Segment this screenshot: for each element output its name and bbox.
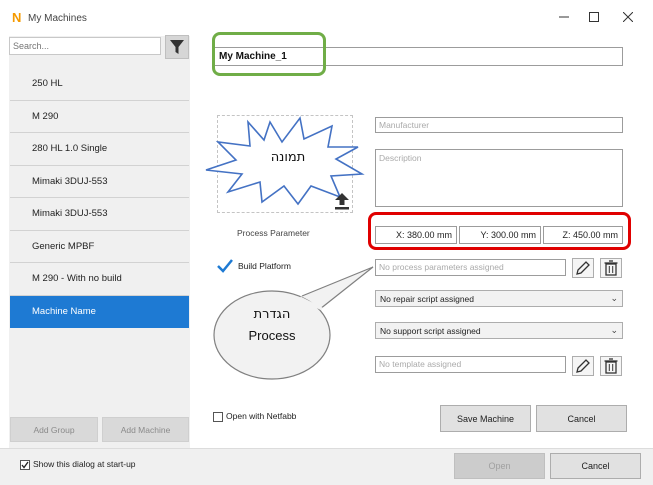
list-item-label: Generic MPBF (32, 240, 95, 252)
trash-icon (604, 358, 618, 374)
checkmark-icon (21, 461, 29, 469)
edit-template-button[interactable] (572, 356, 594, 376)
list-item[interactable]: M 290 (10, 100, 189, 133)
list-item[interactable]: 280 HL 1.0 Single (10, 133, 189, 166)
chevron-down-icon: ⌄ (610, 293, 618, 303)
repair-script-value: No repair script assigned (380, 294, 475, 304)
list-item-label: Mimaki 3DUJ-553 (32, 208, 108, 219)
edit-process-button[interactable] (572, 258, 594, 278)
list-item-label: Machine Name (32, 305, 96, 317)
app-logo: N (12, 10, 22, 25)
support-script-select[interactable]: No support script assigned ⌄ (375, 322, 623, 339)
filter-icon (170, 40, 184, 54)
list-item[interactable]: Mimaki 3DUJ-553 (10, 198, 189, 231)
list-item[interactable]: Mimaki 3DUJ-553 (10, 165, 189, 198)
list-item-label: M 290 (32, 110, 59, 122)
description-field[interactable]: Description (375, 149, 623, 207)
window-title: My Machines (28, 13, 87, 24)
list-item[interactable]: Generic MPBF (10, 230, 189, 263)
pencil-icon (576, 359, 590, 373)
process-callout-bubble (213, 266, 374, 380)
show-dialog-checkbox[interactable] (20, 460, 30, 470)
process-parameters-field[interactable]: No process parameters assigned (375, 259, 566, 276)
manufacturer-field[interactable]: Manufacturer (375, 117, 623, 133)
minimize-icon[interactable] (552, 8, 576, 28)
image-callout-text: תמונה (270, 150, 306, 165)
list-item-label: 280 HL 1.0 Single (32, 143, 108, 154)
footer-cancel-button[interactable]: Cancel (550, 453, 641, 479)
repair-script-select[interactable]: No repair script assigned ⌄ (375, 290, 623, 307)
name-highlight-box (212, 32, 326, 76)
pencil-icon (576, 261, 590, 275)
save-machine-button[interactable]: Save Machine (440, 405, 531, 432)
search-input[interactable] (9, 37, 161, 55)
template-field[interactable]: No template assigned (375, 356, 566, 373)
close-icon[interactable] (616, 8, 640, 28)
delete-process-button[interactable] (600, 258, 622, 278)
process-callout-line2: Process (248, 328, 296, 343)
list-item-label: M 290 - With no build (32, 273, 122, 284)
trash-icon (604, 260, 618, 276)
maximize-icon[interactable] (582, 8, 606, 28)
add-machine-button[interactable]: Add Machine (102, 417, 189, 442)
list-item-selected[interactable]: Machine Name (10, 295, 189, 328)
form-cancel-button[interactable]: Cancel (536, 405, 627, 432)
open-with-netfabb-label: Open with Netfabb (226, 411, 297, 421)
filter-button[interactable] (165, 35, 189, 59)
process-parameter-label: Process Parameter (237, 228, 310, 238)
upload-icon (335, 193, 349, 210)
process-callout-line1: הגדרת (253, 307, 291, 322)
add-group-button[interactable]: Add Group (10, 417, 98, 442)
open-with-netfabb-checkbox[interactable] (213, 412, 223, 422)
dimensions-highlight-box (368, 212, 631, 250)
machine-list: 250 HL M 290 280 HL 1.0 Single Mimaki 3D… (10, 68, 189, 328)
chevron-down-icon: ⌄ (610, 325, 618, 335)
show-dialog-label: Show this dialog at start-up (33, 459, 136, 469)
list-item[interactable]: 250 HL (10, 68, 189, 101)
list-item[interactable]: M 290 - With no build (10, 263, 189, 296)
list-item-label: Mimaki 3DUJ-553 (32, 175, 108, 187)
delete-template-button[interactable] (600, 356, 622, 376)
upload-button[interactable] (332, 191, 352, 211)
support-script-value: No support script assigned (380, 326, 481, 336)
open-button[interactable]: Open (454, 453, 545, 479)
list-item-label: 250 HL (32, 78, 63, 89)
